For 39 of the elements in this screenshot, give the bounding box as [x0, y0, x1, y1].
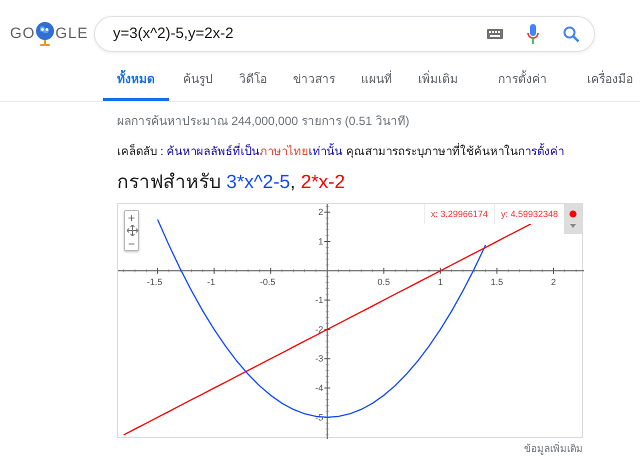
tick-label: 1	[318, 236, 324, 247]
globe-icon[interactable]	[35, 21, 56, 47]
tick-label: -1.5	[146, 277, 162, 288]
tick-label: -4	[315, 383, 324, 394]
logo-text[interactable]: GLE	[55, 22, 88, 46]
zoom-in-button[interactable]: +	[125, 211, 138, 224]
tab[interactable]: ข่าวสาร	[281, 70, 347, 101]
tick-label: -2	[315, 324, 324, 335]
keyboard-icon[interactable]	[487, 29, 503, 39]
tab[interactable]: แผนที่	[349, 70, 404, 101]
result-stats: ผลการค้นหาประมาณ 244,000,000 รายการ (0.51 วินาที)	[117, 113, 410, 130]
search-icon[interactable]	[563, 26, 580, 42]
tab[interactable]: วิดีโอ	[227, 70, 279, 101]
tick-label: 1	[438, 277, 443, 288]
menu-link[interactable]: เครื่องมือ	[575, 70, 640, 101]
logo-text[interactable]: GO	[10, 22, 36, 46]
tab[interactable]: ทั้งหมด	[103, 70, 169, 101]
tick-label: 2	[550, 277, 556, 288]
graph-heading: กราฟสำหรับ 3*x^2-5, 2*x-2	[117, 171, 346, 196]
search-input[interactable]: y=3(x^2)-5,y=2x-2	[111, 22, 479, 46]
tick-label: 0.5	[378, 277, 390, 288]
microphone-icon[interactable]	[527, 24, 539, 44]
more-info-link[interactable]: ข้อมูลเพิ่มเติม	[524, 444, 583, 456]
tick-label: -1	[315, 295, 324, 306]
pan-icon[interactable]	[126, 225, 139, 236]
tick-label: -1	[207, 277, 216, 288]
tab[interactable]: เพิ่มเติม	[406, 70, 470, 101]
menu-link[interactable]: การตั้งค่า	[486, 70, 559, 101]
tab[interactable]: ค้นรูป	[171, 70, 225, 101]
tip-text: เคล็ดลับ : ค้นหาผลลัพธ์ที่เป็นภาษาไทยเท่านั้น คุณสามารถระบุภาษาที่ใช้ค้นหาในการตั้งค่า	[117, 144, 583, 162]
search-field[interactable]: y=3(x^2)-5,y=2x-2	[94, 16, 595, 52]
tick-label: 1.5	[490, 277, 504, 288]
tick-label: -0.5	[260, 277, 276, 288]
caret-icon[interactable]	[570, 224, 576, 228]
series-selector[interactable]	[564, 204, 582, 234]
dot-icon	[569, 210, 577, 218]
tick-label: -3	[315, 354, 324, 364]
tick-label: 2	[318, 207, 324, 218]
zoom-out-button[interactable]: −	[125, 237, 138, 250]
